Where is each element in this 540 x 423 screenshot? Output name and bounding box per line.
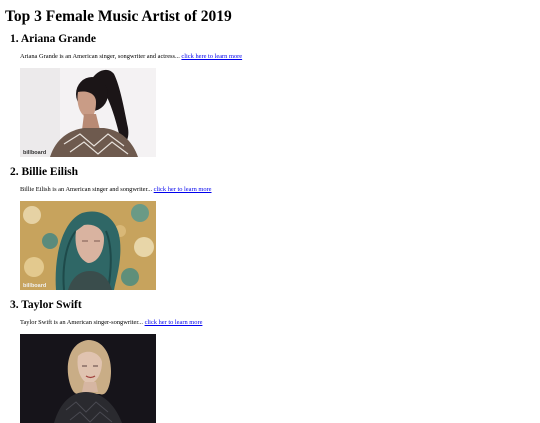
learn-more-link-ariana-grande[interactable]: click here to learn more [181,53,242,60]
artist-description: Taylor Swift is an American singer-songw… [20,319,202,327]
artist-photo-billie-eilish: billboard [20,201,156,290]
taylor-swift-photo-image [20,334,156,423]
artist-description-text: Billie Eilish is an American singer and … [20,186,153,193]
artist-description: Ariana Grande is an American singer, son… [20,53,242,61]
artist-section-taylor-swift: 3. Taylor Swift Taylor Swift is an Ameri… [10,299,530,423]
artist-section-ariana-grande: 1. Ariana Grande Ariana Grande is an Ame… [10,33,530,157]
billie-eilish-photo-image: billboard [20,201,156,290]
artist-photo-taylor-swift [20,334,156,423]
artist-description-text: Taylor Swift is an American singer-songw… [20,319,143,326]
billboard-watermark: billboard [23,283,46,289]
learn-more-link-billie-eilish[interactable]: click her to learn more [154,186,212,193]
artist-photo-ariana-grande: billboard [20,68,156,157]
artist-heading: 3. Taylor Swift [10,299,82,311]
artist-description-text: Ariana Grande is an American singer, son… [20,53,180,60]
artist-description: Billie Eilish is an American singer and … [20,186,212,194]
learn-more-link-taylor-swift[interactable]: click her to learn more [145,319,203,326]
ariana-grande-photo-image: billboard [20,68,156,157]
artist-heading: 2. Billie Eilish [10,166,79,178]
page-title: Top 3 Female Music Artist of 2019 [5,8,232,25]
billboard-watermark: billboard [23,150,46,156]
artist-section-billie-eilish: 2. Billie Eilish Billie Eilish is an Ame… [10,166,530,290]
artist-heading: 1. Ariana Grande [10,33,96,45]
